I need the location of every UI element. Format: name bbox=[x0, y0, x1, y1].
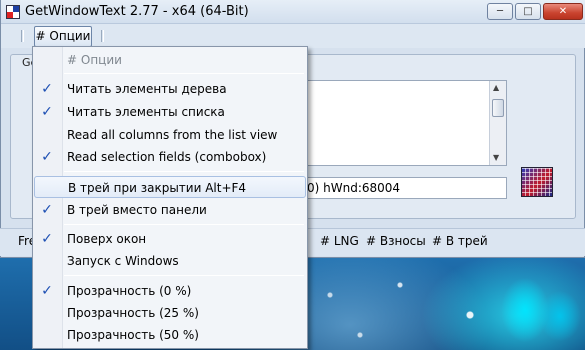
crosshair-finder-icon[interactable] bbox=[521, 167, 553, 197]
minimize-button[interactable]: ─ bbox=[487, 3, 513, 20]
check-icon: ✓ bbox=[41, 202, 53, 218]
menu-item-always-on-top[interactable]: ✓ Поверх окон bbox=[34, 228, 306, 250]
menu-separator bbox=[64, 171, 304, 172]
menu-item-label: В трей при закрытии Alt+F4 bbox=[68, 181, 247, 195]
menu-item-label: Поверх окон bbox=[67, 232, 147, 246]
menu-item-read-combobox[interactable]: ✓ Read selection fields (combobox) bbox=[34, 146, 306, 168]
menu-header-label: # Опции bbox=[67, 53, 122, 67]
window-title: GetWindowText 2.77 - x64 (64-Bit) bbox=[25, 4, 249, 19]
hwnd-field[interactable]: 0) hWnd:68004 bbox=[300, 177, 507, 199]
scroll-thumb[interactable] bbox=[492, 99, 504, 117]
menu-separator bbox=[64, 224, 304, 225]
maximize-button[interactable]: □ bbox=[515, 3, 541, 20]
menu-separator bbox=[64, 275, 304, 276]
toolbar: # Опции bbox=[1, 24, 585, 48]
menu-item-label: Читать элементы дерева bbox=[67, 82, 227, 96]
lng-button[interactable]: # LNG bbox=[320, 234, 359, 248]
menu-item-tray-instead-of-panel[interactable]: ✓ В трей вместо панели bbox=[34, 199, 306, 221]
text-area-scrollbar[interactable]: ▲ ▼ bbox=[489, 81, 506, 165]
check-icon: ✓ bbox=[41, 231, 53, 247]
hwnd-value: 0) hWnd:68004 bbox=[307, 181, 401, 195]
menu-header: # Опции bbox=[34, 49, 306, 71]
menu-item-opacity-50[interactable]: Прозрачность (50 %) bbox=[34, 324, 306, 346]
menu-item-label: Прозрачность (25 %) bbox=[67, 306, 199, 320]
menu-item-label: Читать элементы списка bbox=[67, 105, 225, 119]
to-tray-button[interactable]: # В трей bbox=[432, 234, 488, 248]
scroll-up-arrow-icon[interactable]: ▲ bbox=[493, 83, 499, 92]
menu-item-label: Прозрачность (50 %) bbox=[67, 328, 199, 342]
check-icon: ✓ bbox=[41, 283, 53, 299]
menu-item-tray-on-close[interactable]: В трей при закрытии Alt+F4 bbox=[34, 176, 306, 198]
menu-item-label: Read all columns from the list view bbox=[67, 128, 278, 142]
menu-item-label: Read selection fields (combobox) bbox=[67, 150, 267, 164]
check-icon: ✓ bbox=[41, 149, 53, 165]
menu-item-label: Прозрачность (0 %) bbox=[67, 284, 192, 298]
title-bar[interactable]: GetWindowText 2.77 - x64 (64-Bit) ─ □ ✕ bbox=[1, 0, 585, 24]
menu-item-label: Запуск с Windows bbox=[67, 254, 179, 268]
menu-item-opacity-0[interactable]: ✓ Прозрачность (0 %) bbox=[34, 280, 306, 302]
menu-separator bbox=[64, 73, 304, 74]
toolbar-grip[interactable] bbox=[21, 30, 24, 42]
check-icon: ✓ bbox=[41, 104, 53, 120]
window-text-area[interactable] bbox=[300, 80, 507, 166]
menu-item-read-all-columns[interactable]: Read all columns from the list view bbox=[34, 124, 306, 146]
toolbar-grip[interactable] bbox=[101, 30, 104, 42]
menu-item-opacity-25[interactable]: Прозрачность (25 %) bbox=[34, 302, 306, 324]
menu-item-read-tree[interactable]: ✓ Читать элементы дерева bbox=[34, 78, 306, 100]
menu-item-label: В трей вместо панели bbox=[67, 203, 207, 217]
menu-item-read-list[interactable]: ✓ Читать элементы списка bbox=[34, 101, 306, 123]
donations-button[interactable]: # Взносы bbox=[366, 234, 426, 248]
close-button[interactable]: ✕ bbox=[543, 3, 583, 20]
butterfly-wallpaper-graphic bbox=[495, 270, 585, 350]
options-menu-button[interactable]: # Опции bbox=[34, 26, 92, 47]
check-icon: ✓ bbox=[41, 81, 53, 97]
menu-item-run-with-windows[interactable]: Запуск с Windows bbox=[34, 250, 306, 272]
scroll-down-arrow-icon[interactable]: ▼ bbox=[493, 153, 499, 162]
app-icon[interactable] bbox=[6, 5, 20, 19]
